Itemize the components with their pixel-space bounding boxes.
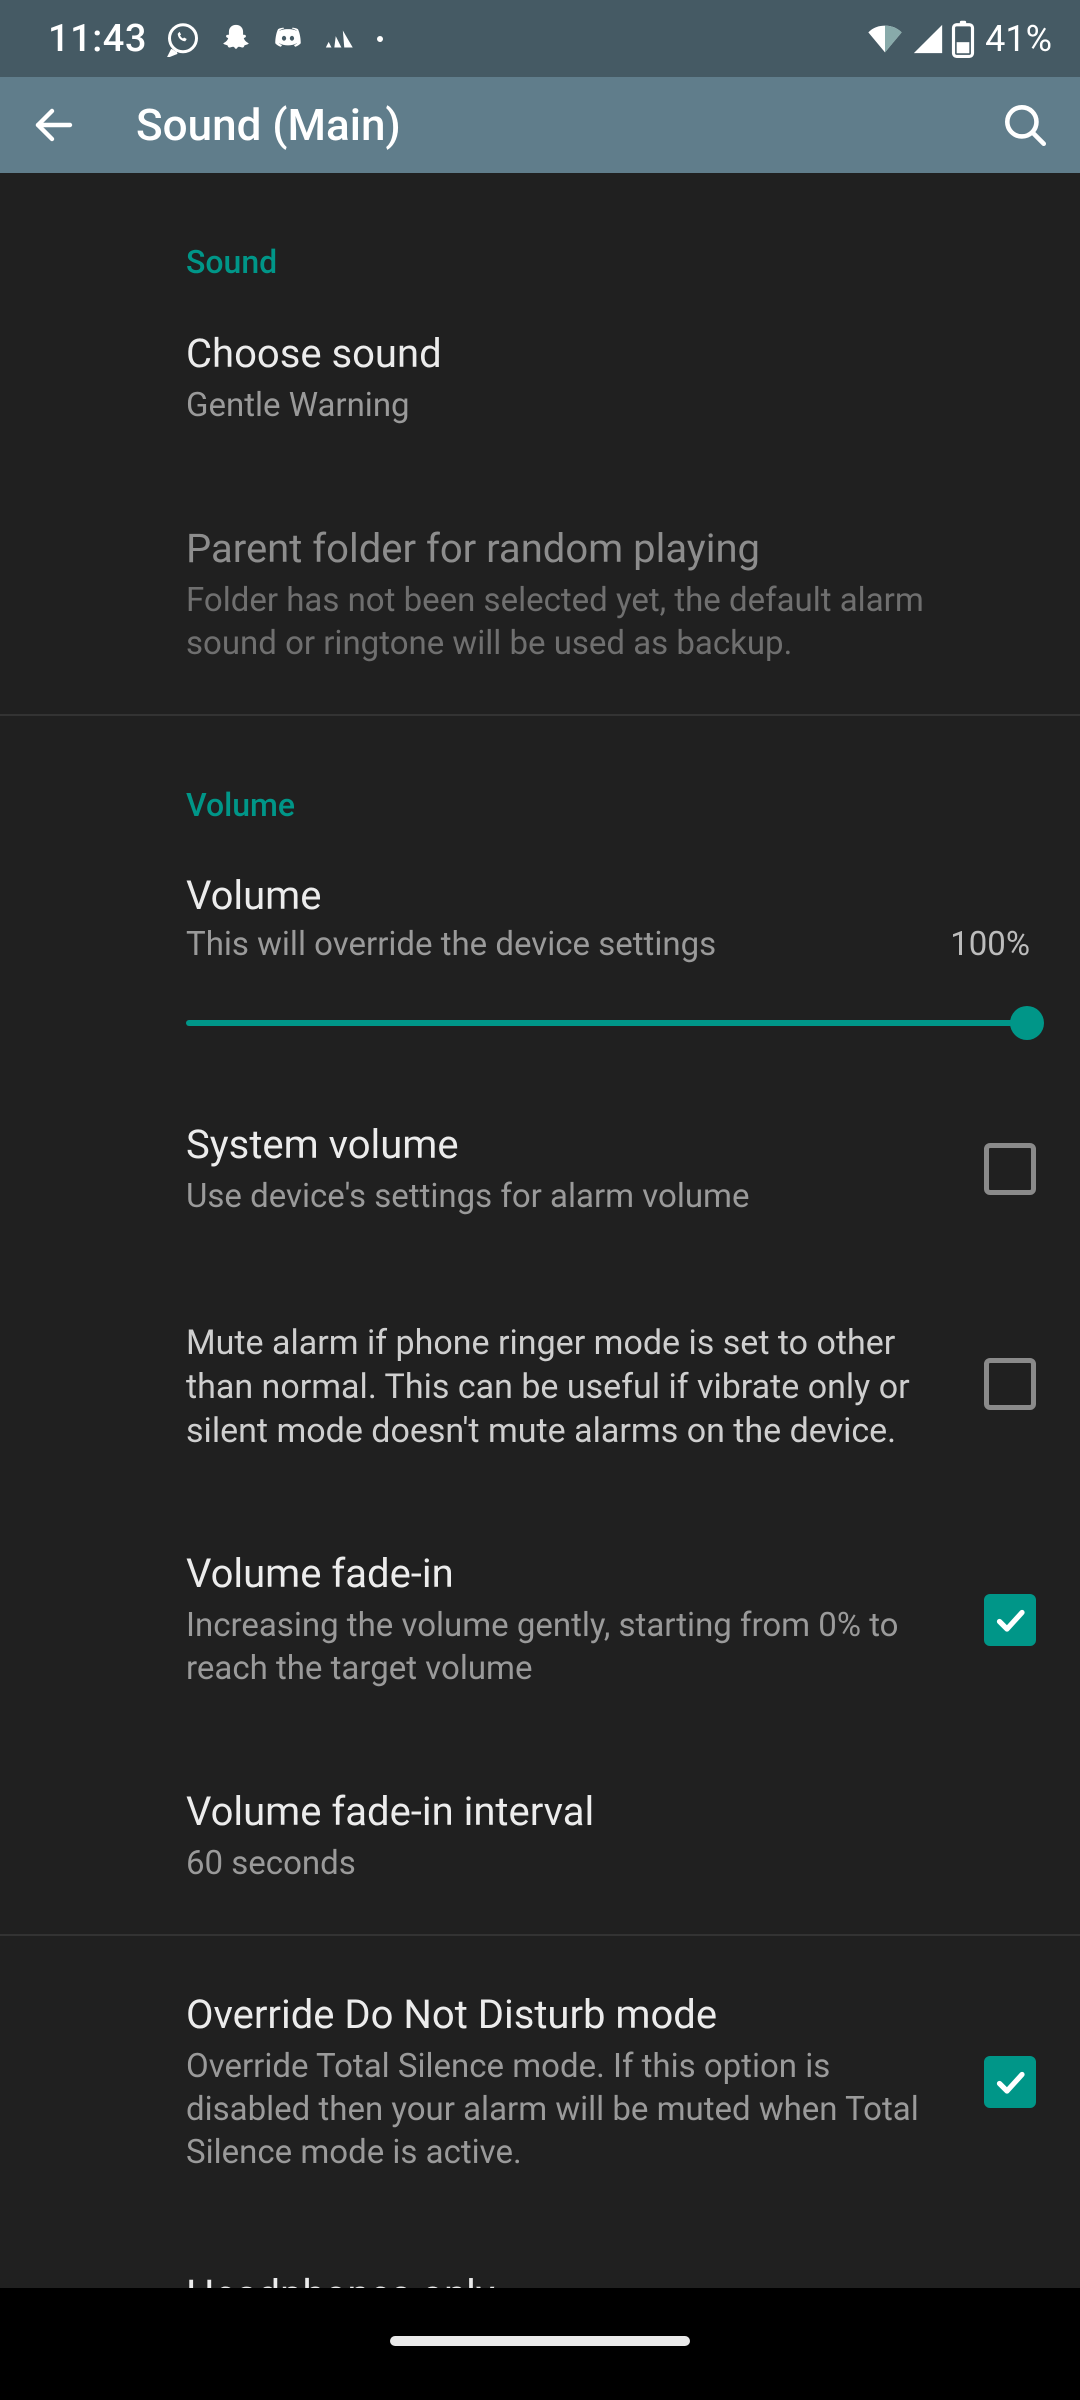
volume-title: Volume — [186, 872, 1030, 919]
section-header-volume: Volume — [0, 716, 1080, 824]
volume-slider[interactable] — [186, 1020, 1030, 1026]
parent-folder-item: Parent folder for random playing Folder … — [0, 476, 1080, 714]
discord-icon — [271, 22, 305, 56]
system-volume-desc: Use device's settings for alarm volume — [186, 1176, 960, 1219]
volume-slider-thumb[interactable] — [1010, 1006, 1044, 1040]
nav-bar — [0, 2288, 1080, 2400]
parent-folder-title: Parent folder for random playing — [186, 524, 1016, 574]
section-header-sound: Sound — [0, 173, 1080, 281]
mute-ringer-desc: Mute alarm if phone ringer mode is set t… — [186, 1321, 960, 1454]
system-volume-title: System volume — [186, 1120, 960, 1170]
cellular-icon — [911, 22, 945, 56]
adidas-icon — [323, 22, 357, 56]
choose-sound-item[interactable]: Choose sound Gentle Warning — [0, 281, 1080, 476]
system-volume-checkbox[interactable] — [984, 1143, 1036, 1195]
volume-percent: 100% — [950, 925, 1030, 964]
nav-handle[interactable] — [390, 2336, 690, 2346]
dot-icon — [375, 34, 385, 44]
headphones-only-title: Headphones only — [186, 2270, 1016, 2288]
back-button[interactable] — [30, 101, 90, 149]
override-dnd-desc: Override Total Silence mode. If this opt… — [186, 2046, 960, 2175]
parent-folder-desc: Folder has not been selected yet, the de… — [186, 580, 1016, 666]
volume-item[interactable]: Volume This will override the device set… — [0, 824, 1080, 1072]
search-button[interactable] — [990, 100, 1050, 150]
fade-in-item[interactable]: Volume fade-in Increasing the volume gen… — [0, 1501, 1080, 1739]
settings-list[interactable]: Sound Choose sound Gentle Warning Parent… — [0, 173, 1080, 2288]
choose-sound-title: Choose sound — [186, 329, 1016, 379]
override-dnd-title: Override Do Not Disturb mode — [186, 1990, 960, 2040]
app-bar: Sound (Main) — [0, 77, 1080, 173]
fade-in-interval-title: Volume fade-in interval — [186, 1787, 1016, 1837]
system-volume-item[interactable]: System volume Use device's settings for … — [0, 1072, 1080, 1267]
fade-in-desc: Increasing the volume gently, starting f… — [186, 1605, 960, 1691]
wifi-icon — [865, 22, 905, 56]
override-dnd-checkbox[interactable] — [984, 2056, 1036, 2108]
fade-in-interval-item[interactable]: Volume fade-in interval 60 seconds — [0, 1739, 1080, 1934]
override-dnd-item[interactable]: Override Do Not Disturb mode Override To… — [0, 1936, 1080, 2223]
headphones-only-item[interactable]: Headphones only — [0, 2222, 1080, 2288]
volume-desc: This will override the device settings — [186, 925, 716, 964]
choose-sound-value: Gentle Warning — [186, 385, 1016, 428]
mute-ringer-checkbox[interactable] — [984, 1358, 1036, 1410]
fade-in-interval-value: 60 seconds — [186, 1843, 1016, 1886]
mute-ringer-item[interactable]: Mute alarm if phone ringer mode is set t… — [0, 1267, 1080, 1502]
status-time: 11:43 — [48, 17, 147, 61]
snapchat-icon — [219, 22, 253, 56]
status-bar: 11:43 — [0, 0, 1080, 77]
battery-percent: 41% — [985, 18, 1052, 60]
whatsapp-icon — [165, 21, 201, 57]
fade-in-checkbox[interactable] — [984, 1594, 1036, 1646]
fade-in-title: Volume fade-in — [186, 1549, 960, 1599]
battery-icon — [951, 20, 975, 58]
page-title: Sound (Main) — [136, 99, 990, 151]
